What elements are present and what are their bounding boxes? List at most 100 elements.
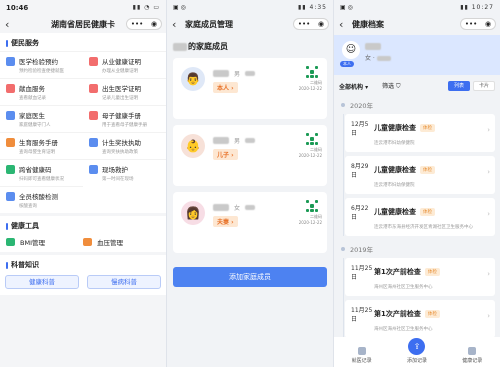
mini-program-capsule[interactable]: ••• ◉ <box>460 18 496 30</box>
service-text: 从业健康证明 办理从业健康证明 <box>102 56 141 74</box>
qr-caption: 二维码 2020-12-22 <box>299 147 322 159</box>
chevron-right-icon: › <box>487 270 490 278</box>
service-item[interactable]: 医学检验预约 预约检验检查便捷就医 <box>0 51 83 78</box>
member-gender: 男 <box>234 138 241 145</box>
record-card[interactable]: 11月25日 第1次产前检查 体检 海州区海州社区卫生服务中心 › <box>345 300 495 338</box>
close-target-icon[interactable]: ◉ <box>485 20 491 28</box>
doctor-icon <box>6 111 15 120</box>
filter-bar: 全部机构 ▾ 筛选 ⛉ 列表 卡片 <box>334 81 500 96</box>
org-filter-dropdown[interactable]: 全部机构 ▾ <box>339 82 368 91</box>
close-target-icon[interactable]: ◉ <box>151 20 157 28</box>
member-updated: 2020-12-22 <box>298 220 322 225</box>
back-icon[interactable]: ‹ <box>172 18 182 31</box>
record-row: 12月5日 儿童健康检查 体检 <box>351 119 489 137</box>
record-institution: 连云港市妇幼保健院 <box>374 141 415 146</box>
tools-section: 健康工具 BMI管理 血压管理 <box>0 216 166 252</box>
service-text: 母子健康手册 用于查看母子健康手册 <box>102 110 147 128</box>
back-icon[interactable]: ‹ <box>5 18 15 31</box>
back-icon[interactable]: ‹ <box>339 18 349 31</box>
service-item[interactable]: 家庭医生 家庭健康守门人 <box>0 105 83 132</box>
tools-row: BMI管理 血压管理 <box>0 234 166 252</box>
chronic-science-button[interactable]: 慢病科普 <box>87 275 161 289</box>
service-item[interactable]: 献血服务查看献血记录 <box>0 78 83 105</box>
chevron-right-icon: › <box>487 312 490 320</box>
list-view-button[interactable]: 列表 <box>448 81 470 91</box>
chevron-right-icon: › <box>487 210 490 218</box>
tab-health-records[interactable]: 健康记录 <box>452 347 492 364</box>
qr-code-icon[interactable] <box>306 66 318 78</box>
health-records-icon <box>468 347 477 355</box>
service-text: 出生医学证明 记录儿童出生证明 <box>102 83 141 101</box>
qr-code-icon[interactable] <box>306 200 318 212</box>
service-label: 母子健康手册 <box>102 112 141 120</box>
service-sub: 查询奖扶执助政策 <box>102 150 138 155</box>
service-item[interactable]: 现场救护 第一时间在现场 <box>83 159 166 186</box>
qr-code-icon[interactable] <box>306 133 318 145</box>
blood-pressure-icon <box>83 238 92 246</box>
record-card[interactable]: 12月5日 儿童健康检查 体检 连云港市妇幼保健院 › <box>345 114 495 152</box>
add-family-member-button[interactable]: 添加家庭成员 <box>173 267 327 287</box>
year-label: 2020年 <box>334 96 500 114</box>
record-name: 第1次产前检查 <box>374 310 421 318</box>
service-sub: 预约检验检查便捷就医 <box>19 69 64 74</box>
service-item[interactable]: 计生奖扶执助 查询奖扶执助政策 <box>83 132 166 159</box>
service-text: 家庭医生 家庭健康守门人 <box>19 110 51 128</box>
health-science-button[interactable]: 健康科普 <box>5 275 79 289</box>
member-updated: 2020-12-22 <box>298 153 322 158</box>
service-item[interactable]: 母子健康手册 用于查看母子健康手册 <box>83 105 166 132</box>
service-sub: 查看献血记录 <box>19 96 46 101</box>
tool-item[interactable]: 血压管理 <box>83 237 160 247</box>
tab-medical-records[interactable]: 就医记录 <box>342 347 382 364</box>
record-chip: 体检 <box>424 268 440 276</box>
service-item[interactable]: 出生医学证明 记录儿童出生证明 <box>83 78 166 105</box>
more-icon[interactable]: ••• <box>465 20 477 28</box>
member-name: 男 <box>213 69 256 78</box>
record-timeline: 2020年 12月5日 儿童健康检查 体检 连云港市妇幼保健院 › 8月29日 儿童健康检查体… <box>334 96 500 338</box>
bottom-tab-bar: 就医记录 ⇪ 添加记录 健康记录 <box>334 337 500 367</box>
card-view-button[interactable]: 卡片 <box>473 81 495 91</box>
services-section: 便民服务 医学检验预约 预约检验检查便捷就医 从业健康证明 办理从业健康证明 献血服务查… <box>0 33 166 213</box>
service-item[interactable]: 生育服务手册 查询母婴生育证明 <box>0 132 83 159</box>
status-indicators-left: ▣ ◎ <box>340 4 353 11</box>
tab-add-record[interactable]: ⇪ 添加记录 <box>397 338 437 364</box>
record-row: 11月25日 第1次产前检查 体检 <box>351 263 489 281</box>
family-plan-icon <box>89 138 98 147</box>
service-item[interactable]: 跨省健康码扫码即可查看健康状况 <box>0 159 83 186</box>
male-avatar-icon: 👨 <box>181 67 205 91</box>
more-icon[interactable]: ••• <box>131 20 143 28</box>
more-icon[interactable]: ••• <box>298 20 310 28</box>
service-item[interactable]: 全员核酸检测 核酸查询 <box>0 186 83 213</box>
member-list: 👨 男本人 › 二维码 2020-12-22 👶 男儿子 › 二维码 2020-12-22 👩 女… <box>167 58 333 253</box>
member-card[interactable]: 👶 男儿子 › 二维码 2020-12-22 <box>173 125 327 186</box>
status-bar: ▣ ◎ ▮▮ 10:27 <box>334 0 500 15</box>
chevron-right-icon: › <box>487 168 490 176</box>
service-label: 跨省健康码 <box>19 166 52 174</box>
member-name: 男 <box>213 136 256 145</box>
member-relation: 本人 › <box>213 82 238 93</box>
record-card[interactable]: 11月25日 第1次产前检查 体检 海州区海州社区卫生服务中心 › <box>345 258 495 296</box>
service-sub: 扫码即可查看健康状况 <box>19 177 64 182</box>
record-date: 6月22日 <box>351 205 369 221</box>
service-item[interactable]: 从业健康证明 办理从业健康证明 <box>83 51 166 78</box>
service-text: 全员核酸检测 核酸查询 <box>19 191 58 209</box>
tool-item[interactable]: BMI管理 <box>6 237 83 247</box>
close-target-icon[interactable]: ◉ <box>318 20 324 28</box>
tool-label: BMI管理 <box>20 239 45 247</box>
mini-program-capsule[interactable]: ••• ◉ <box>293 18 329 30</box>
record-institution: 连云港市妇幼保健院 <box>374 183 415 188</box>
fertility-icon <box>6 138 15 147</box>
member-card[interactable]: 👩 女夫妻 › 二维码 2020-12-22 <box>173 192 327 253</box>
record-name: 儿童健康检查 <box>374 124 416 132</box>
status-time: ▮▮ 4:35 <box>298 4 327 11</box>
record-institution: 连云港市东海县经济开发区青湖社区卫生服务中心 <box>374 225 473 230</box>
mini-program-capsule[interactable]: ••• ◉ <box>126 18 162 30</box>
service-label: 献血服务 <box>19 85 45 93</box>
profile-banner: ☺ 本人 女 · <box>334 35 500 75</box>
service-sub: 第一时间在现场 <box>102 177 134 182</box>
year-label: 2019年 <box>334 240 500 258</box>
record-card[interactable]: 6月22日 儿童健康检查 体检 连云港市东海县经济开发区青湖社区卫生服务中心 › <box>345 198 495 236</box>
filter-button[interactable]: 筛选 ⛉ <box>382 81 400 91</box>
member-card[interactable]: 👨 男本人 › 二维码 2020-12-22 <box>173 58 327 119</box>
tab-label: 健康记录 <box>462 358 483 364</box>
record-card[interactable]: 8月29日 儿童健康检查 体检 连云港市妇幼保健院 › <box>345 156 495 194</box>
